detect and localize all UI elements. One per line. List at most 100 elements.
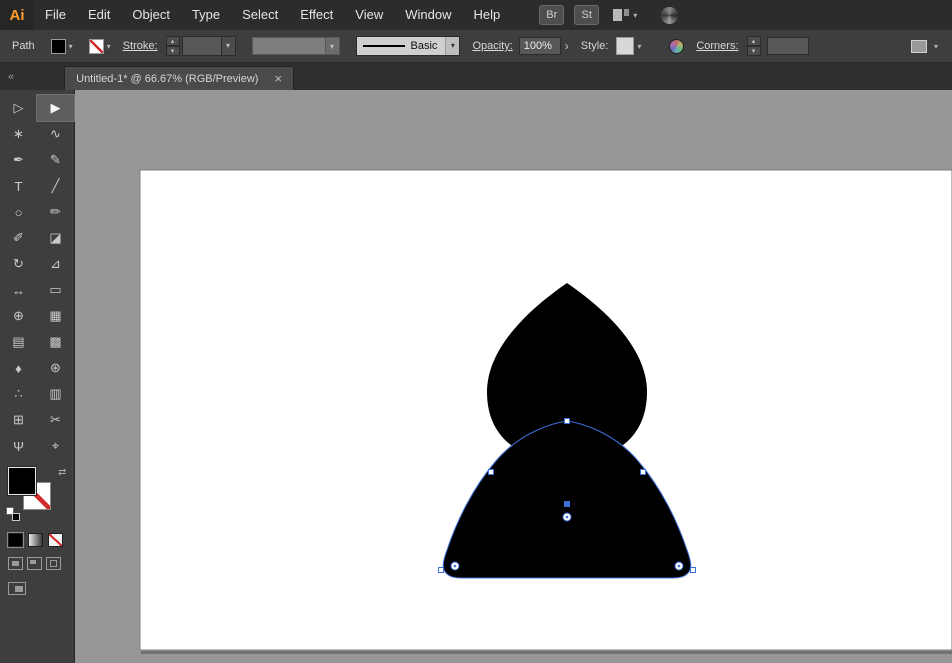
draw-behind-button[interactable] — [27, 557, 42, 570]
graphic-style-swatch[interactable] — [616, 37, 634, 55]
menu-help[interactable]: Help — [462, 0, 511, 30]
menu-file[interactable]: File — [34, 0, 77, 30]
brush-definition-value: Basic — [411, 40, 438, 52]
corners-input[interactable] — [767, 37, 809, 55]
chevron-down-icon: ▾ — [633, 11, 637, 20]
document-tab-bar: « Untitled-1* @ 66.67% (RGB/Preview) × — [0, 63, 952, 90]
line-segment-tool[interactable]: ╱ — [37, 173, 74, 199]
close-icon[interactable]: × — [274, 71, 282, 86]
fill-color-swatch[interactable] — [51, 39, 66, 54]
stroke-color-swatch[interactable] — [89, 39, 104, 54]
recolor-artwork-icon[interactable] — [669, 39, 684, 54]
selection-tool[interactable]: ▷ — [0, 95, 37, 121]
artboard-tool[interactable]: ⊞ — [0, 407, 37, 433]
gradient-button[interactable] — [28, 533, 43, 547]
stroke-weight-stepper[interactable]: ▴ ▾ — [166, 36, 180, 56]
draw-inside-button[interactable] — [46, 557, 61, 570]
curvature-tool[interactable]: ✎ — [37, 147, 74, 173]
rotate-tool[interactable]: ↻ — [0, 251, 37, 277]
menu-select[interactable]: Select — [231, 0, 289, 30]
selection-type-label: Path — [12, 40, 35, 52]
stroke-label[interactable]: Stroke: — [123, 40, 158, 52]
control-bar: Path ▾ ▾ Stroke: ▴ ▾ ▾ ▾ Basic ▾ Opacity… — [0, 30, 952, 63]
chevron-down-icon[interactable]: ▾ — [445, 37, 459, 55]
chevron-down-icon[interactable]: ▾ — [107, 42, 111, 51]
stroke-weight-combobox[interactable]: ▾ — [182, 36, 236, 56]
corner-widget-dot — [566, 516, 569, 519]
anchor-point[interactable] — [641, 470, 646, 475]
pen-tool[interactable]: ✒ — [0, 147, 37, 173]
menu-bar: Ai File Edit Object Type Select Effect V… — [0, 0, 952, 30]
menu-object[interactable]: Object — [121, 0, 181, 30]
bridge-button[interactable]: Br — [539, 5, 564, 25]
opacity-input[interactable]: 100% — [519, 37, 561, 55]
none-button[interactable] — [48, 533, 63, 547]
perspective-grid-tool[interactable]: ▦ — [37, 303, 74, 329]
lasso-tool[interactable]: ∿ — [37, 121, 74, 147]
color-button[interactable] — [8, 533, 23, 547]
eyedropper-tool[interactable]: ♦ — [0, 355, 37, 381]
document-tab[interactable]: Untitled-1* @ 66.67% (RGB/Preview) × — [64, 66, 294, 90]
chevron-down-icon[interactable]: ▾ — [221, 37, 235, 55]
fill-stroke-indicator: ⇄ — [6, 467, 74, 523]
fill-swatch[interactable] — [8, 467, 36, 495]
menu-window[interactable]: Window — [394, 0, 462, 30]
stepper-down-icon[interactable]: ▾ — [166, 46, 180, 56]
scale-tool[interactable]: ⊿ — [37, 251, 74, 277]
change-screen-mode-button[interactable] — [8, 582, 26, 595]
gradient-tool[interactable]: ▩ — [37, 329, 74, 355]
workspace-switcher[interactable]: ▾ — [613, 9, 637, 21]
swap-fill-stroke-icon[interactable]: ⇄ — [58, 467, 66, 478]
chevron-right-icon[interactable]: › — [565, 39, 569, 53]
corners-label[interactable]: Corners: — [696, 40, 738, 52]
column-graph-tool[interactable]: ▥ — [37, 381, 74, 407]
canvas-area[interactable] — [75, 90, 952, 663]
chevron-down-icon[interactable]: ▾ — [69, 42, 73, 51]
mesh-tool[interactable]: ▤ — [0, 329, 37, 355]
magic-wand-tool[interactable]: ∗ — [0, 121, 37, 147]
opacity-label[interactable]: Opacity: — [472, 40, 512, 52]
anchor-point[interactable] — [489, 470, 494, 475]
width-tool[interactable]: ↔ — [0, 277, 37, 303]
menu-view[interactable]: View — [344, 0, 394, 30]
canvas-svg[interactable] — [75, 90, 952, 663]
free-transform-tool[interactable]: ▭ — [37, 277, 74, 303]
ellipse-tool[interactable]: ○ — [0, 199, 37, 225]
pencil-tool[interactable]: ✐ — [0, 225, 37, 251]
stepper-up-icon[interactable]: ▴ — [166, 36, 180, 46]
sync-settings-icon[interactable] — [661, 7, 678, 24]
stroke-weight-value[interactable] — [183, 37, 221, 55]
color-mode-row — [8, 533, 74, 547]
type-tool[interactable]: T — [0, 173, 37, 199]
stroke-preview-line — [363, 45, 405, 47]
anchor-point[interactable] — [565, 419, 570, 424]
menu-effect[interactable]: Effect — [289, 0, 344, 30]
default-fill-stroke-icon[interactable] — [6, 507, 20, 521]
blend-tool[interactable]: ⊛ — [37, 355, 74, 381]
corners-stepper[interactable]: ▴ ▾ — [747, 36, 761, 56]
tools-panel: ▷▶∗∿✒✎T╱○✏✐◪↻⊿↔▭⊕▦▤▩♦⊛∴▥⊞✂Ψ⌖ ⇄ — [0, 90, 75, 663]
direct-selection-tool[interactable]: ▶ — [37, 95, 74, 121]
menu-edit[interactable]: Edit — [77, 0, 121, 30]
symbol-sprayer-tool[interactable]: ∴ — [0, 381, 37, 407]
paintbrush-tool[interactable]: ✏ — [37, 199, 74, 225]
chevron-down-icon[interactable]: ▾ — [934, 42, 938, 51]
anchor-point[interactable] — [439, 568, 444, 573]
menu-type[interactable]: Type — [181, 0, 231, 30]
corner-widget-dot — [454, 565, 457, 568]
stepper-down-icon[interactable]: ▾ — [747, 46, 761, 56]
brush-definition-combobox[interactable]: Basic ▾ — [356, 36, 461, 56]
draw-normal-button[interactable] — [8, 557, 23, 570]
artboard-options[interactable]: ▾ — [911, 40, 938, 53]
chevron-down-icon[interactable]: ▾ — [637, 42, 641, 51]
eraser-tool[interactable]: ◪ — [37, 225, 74, 251]
shape-builder-tool[interactable]: ⊕ — [0, 303, 37, 329]
slice-tool[interactable]: ✂ — [37, 407, 74, 433]
stock-button[interactable]: St — [574, 5, 599, 25]
anchor-point[interactable] — [691, 568, 696, 573]
collapse-panel-icon[interactable]: « — [8, 71, 14, 83]
stepper-up-icon[interactable]: ▴ — [747, 36, 761, 46]
anchor-point[interactable] — [565, 502, 570, 507]
hand-tool[interactable]: Ψ — [0, 433, 37, 459]
zoom-tool[interactable]: ⌖ — [37, 433, 74, 459]
